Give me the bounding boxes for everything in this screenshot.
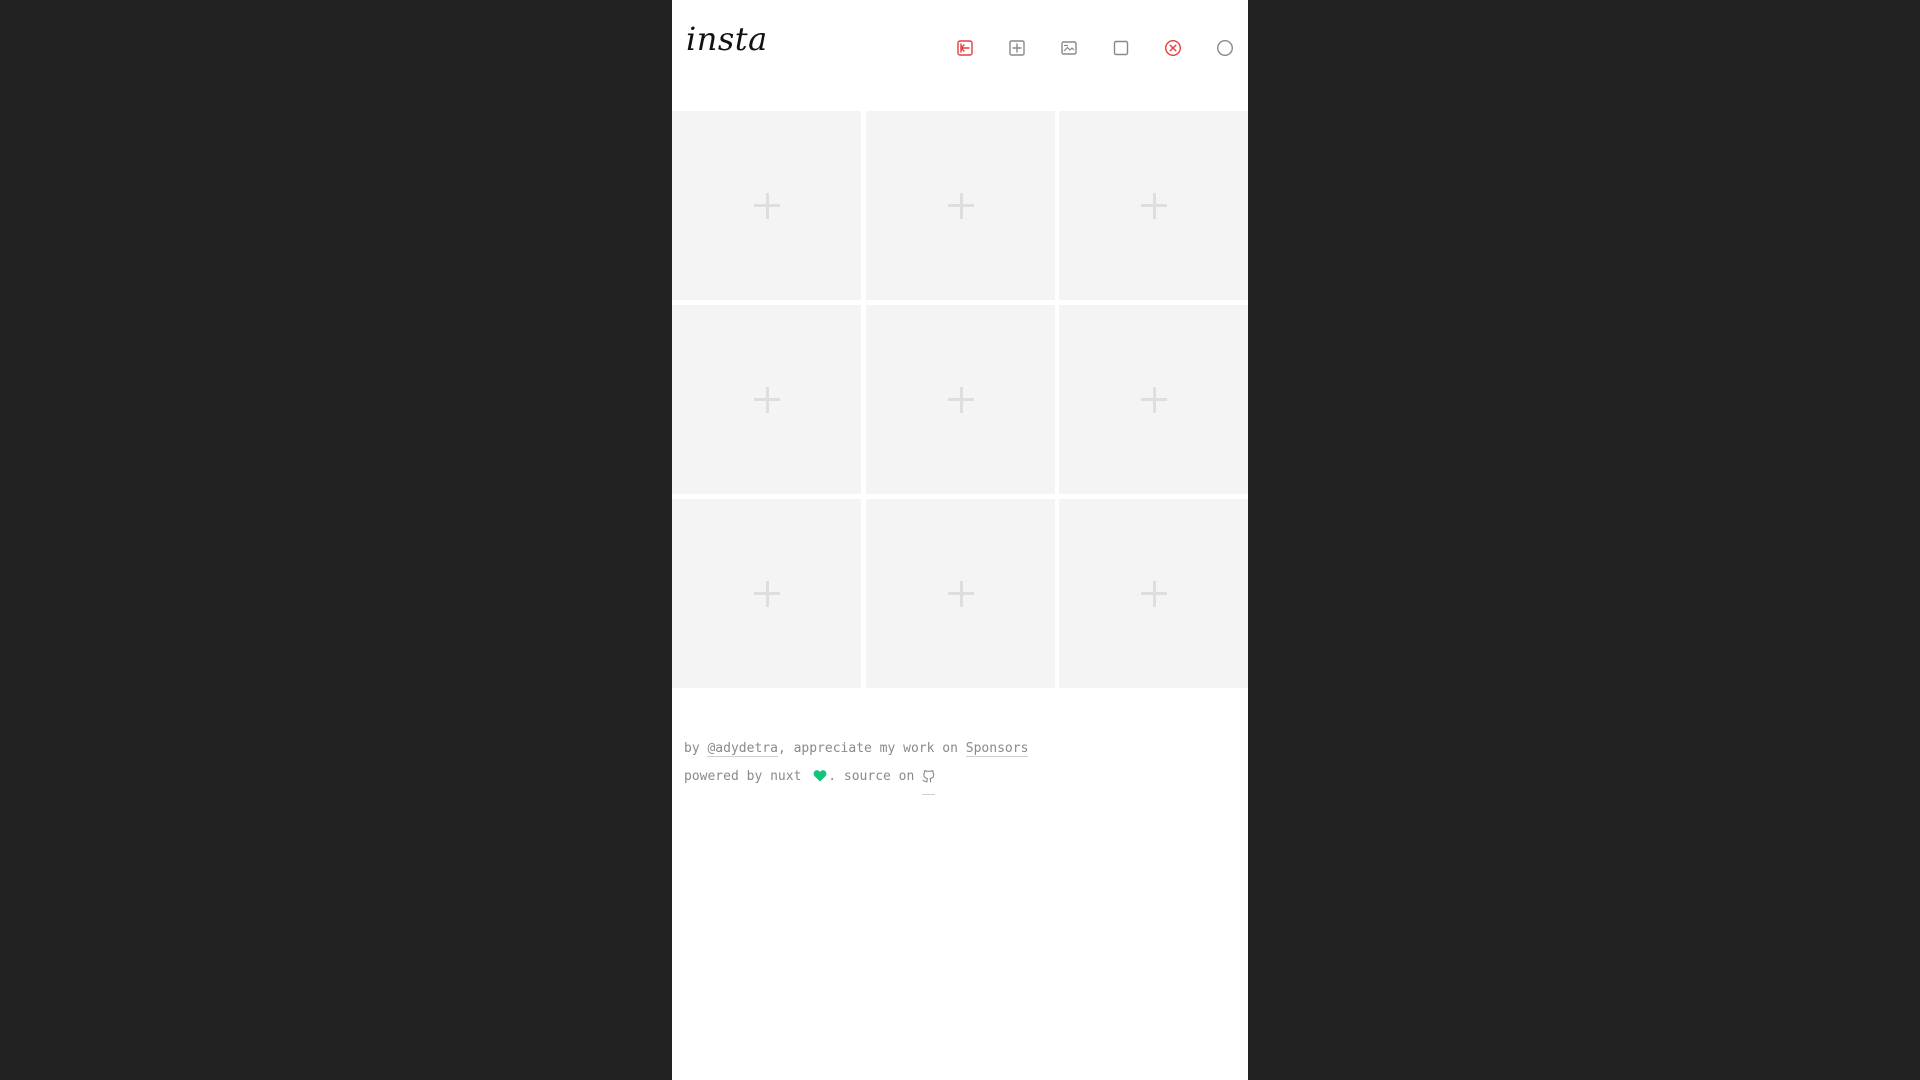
plus-icon bbox=[947, 192, 974, 219]
plus-icon bbox=[753, 192, 780, 219]
plus-icon bbox=[1140, 580, 1167, 607]
grid-cell-1[interactable] bbox=[672, 111, 861, 300]
sponsors-link[interactable]: Sponsors bbox=[965, 741, 1029, 757]
image-grid bbox=[672, 111, 1248, 688]
footer: by @adydetra, appreciate my work on Spon… bbox=[684, 735, 1029, 795]
close-circle-icon bbox=[1164, 39, 1182, 57]
heart-icon bbox=[813, 765, 827, 793]
image-icon bbox=[1061, 41, 1077, 55]
back-icon bbox=[957, 40, 973, 56]
plus-icon bbox=[753, 386, 780, 413]
circle-icon bbox=[1216, 39, 1234, 57]
grid-add-button[interactable] bbox=[1005, 36, 1029, 60]
square-icon bbox=[1113, 40, 1129, 56]
plus-icon bbox=[1140, 386, 1167, 413]
image-button[interactable] bbox=[1057, 36, 1081, 60]
grid-cell-6[interactable] bbox=[1059, 305, 1248, 494]
square-button[interactable] bbox=[1109, 36, 1133, 60]
circle-button[interactable] bbox=[1213, 36, 1237, 60]
plus-icon bbox=[947, 580, 974, 607]
close-button[interactable] bbox=[1161, 36, 1185, 60]
github-link[interactable] bbox=[922, 766, 936, 795]
grid-cell-9[interactable] bbox=[1059, 499, 1248, 688]
footer-appreciate-text: , appreciate my work on bbox=[777, 741, 966, 756]
header: insta bbox=[672, 0, 1248, 111]
plus-icon bbox=[947, 386, 974, 413]
footer-by-text: by bbox=[684, 741, 708, 756]
grid-cell-2[interactable] bbox=[866, 111, 1055, 300]
author-link[interactable]: @adydetra bbox=[707, 741, 778, 757]
back-button[interactable] bbox=[953, 36, 977, 60]
footer-powered-line: powered by nuxt . source on bbox=[684, 763, 1028, 795]
grid-cell-4[interactable] bbox=[672, 305, 861, 494]
footer-powered-text: powered by nuxt bbox=[684, 769, 810, 784]
app-container: insta by @adydetra, appreciate my work o… bbox=[672, 0, 1248, 1080]
grid-add-icon bbox=[1009, 40, 1025, 56]
plus-icon bbox=[753, 580, 780, 607]
footer-source-text: . source on bbox=[828, 769, 923, 784]
grid-cell-3[interactable] bbox=[1059, 111, 1248, 300]
grid-cell-8[interactable] bbox=[866, 499, 1055, 688]
github-icon bbox=[922, 770, 935, 783]
grid-cell-7[interactable] bbox=[672, 499, 861, 688]
plus-icon bbox=[1140, 192, 1167, 219]
footer-credit-line: by @adydetra, appreciate my work on Spon… bbox=[684, 735, 1029, 763]
logo: insta bbox=[686, 20, 768, 58]
grid-cell-5[interactable] bbox=[866, 305, 1055, 494]
